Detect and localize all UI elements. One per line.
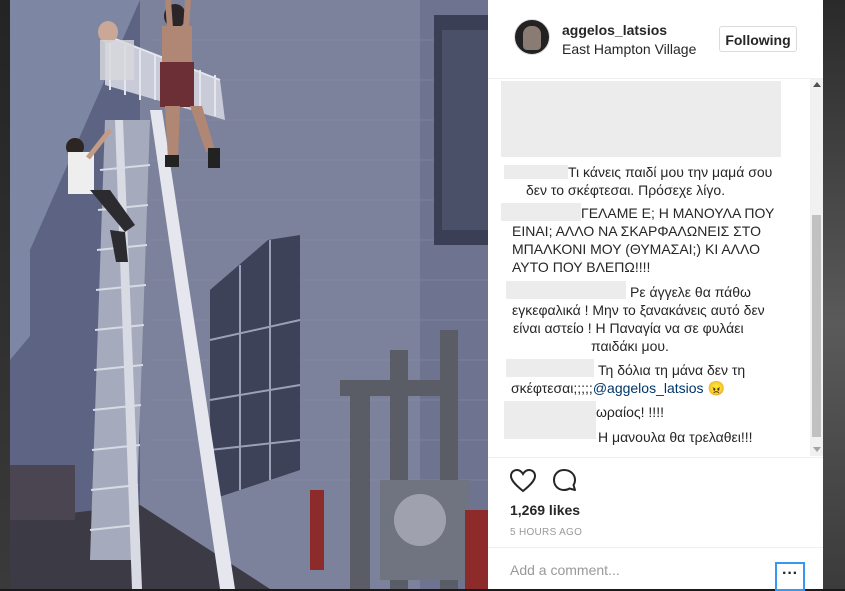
likes-count[interactable]: 1,269 likes [510,502,580,518]
comment-text: εγκεφαλικά ! Μην το ξανακάνεις αυτό δεν [512,302,765,318]
scroll-down-arrow-icon[interactable] [813,447,821,452]
avatar[interactable] [514,19,550,55]
post-actions: 1,269 likes 5 HOURS AGO ··· [488,457,823,591]
add-comment-input[interactable] [510,558,760,582]
scroll-thumb[interactable] [812,215,821,437]
mention-link[interactable]: @aggelos_latsios [593,380,704,396]
post-header: aggelos_latsios East Hampton Village Fol… [488,0,823,79]
angry-emoji-icon: 😠 [707,380,725,396]
post-timestamp[interactable]: 5 HOURS AGO [510,527,582,538]
comment-text: Τι κάνεις παιδί μου την μαμά σου [568,164,773,180]
blurred-commenter[interactable] [501,203,581,221]
comment-text: ΜΠΑΛΚΟΝΙ ΜΟΥ (ΘΥΜΑΣΑΙ;) ΚΙ ΑΛΛΟ [512,241,760,257]
location-link[interactable]: East Hampton Village [562,41,696,57]
more-options-icon[interactable]: ··· [775,562,805,591]
add-comment-bar: ··· [488,547,823,591]
comment-text: Τη δόλια τη μάνα δεν τη [598,362,746,378]
comment-icon[interactable] [550,466,580,496]
comment-text: δεν το σκέφτεσαι. Πρόσεχε λίγο. [526,182,726,198]
comment-text: είναι αστείο ! Η Παναγία να σε φυλάει [513,320,744,336]
comment-text: ΕΙΝΑΙ; ΑΛΛΟ ΝΑ ΣΚΑΡΦΑΛΩΝΕΙΣ ΣΤΟ [512,223,761,239]
scroll-up-arrow-icon[interactable] [813,82,821,87]
username-link[interactable]: aggelos_latsios [562,22,667,38]
heart-icon[interactable] [508,466,538,496]
comment-text: ΑΥΤΟ ΠΟΥ ΒΛΕΠΩ!!!! [512,259,651,275]
modal-backdrop-left [0,0,10,589]
comments-scrollbar[interactable] [810,79,823,456]
comments-list: Τι κάνεις παιδί μου την μαμά σου δεν το … [488,79,808,456]
comment-text: ΓΕΛΑΜΕ Ε; Η ΜΑΝΟΥΛΑ ΠΟΥ [581,205,775,221]
post-photo [10,0,488,589]
comment-text: σκέφτεσαι;;;;; [511,380,593,396]
comment-text: Ρε άγγελε θα πάθω [630,284,751,300]
comment-text: ωραίος! !!!! [596,404,664,420]
blurred-commenter[interactable] [504,165,568,179]
following-button[interactable]: Following [719,26,797,52]
blurred-caption [501,81,781,157]
modal-backdrop-right [823,0,845,589]
post-panel: aggelos_latsios East Hampton Village Fol… [488,0,823,591]
comment-text-line: σκέφτεσαι;;;;;@aggelos_latsios 😠 [511,379,725,397]
blurred-commenter[interactable] [506,359,594,377]
blurred-commenter[interactable] [506,281,626,299]
comment-text: παιδάκι μου. [591,338,669,354]
comment-text: Η μανουλα θα τρελαθει!!! [598,429,753,445]
blurred-commenter[interactable] [504,401,596,439]
